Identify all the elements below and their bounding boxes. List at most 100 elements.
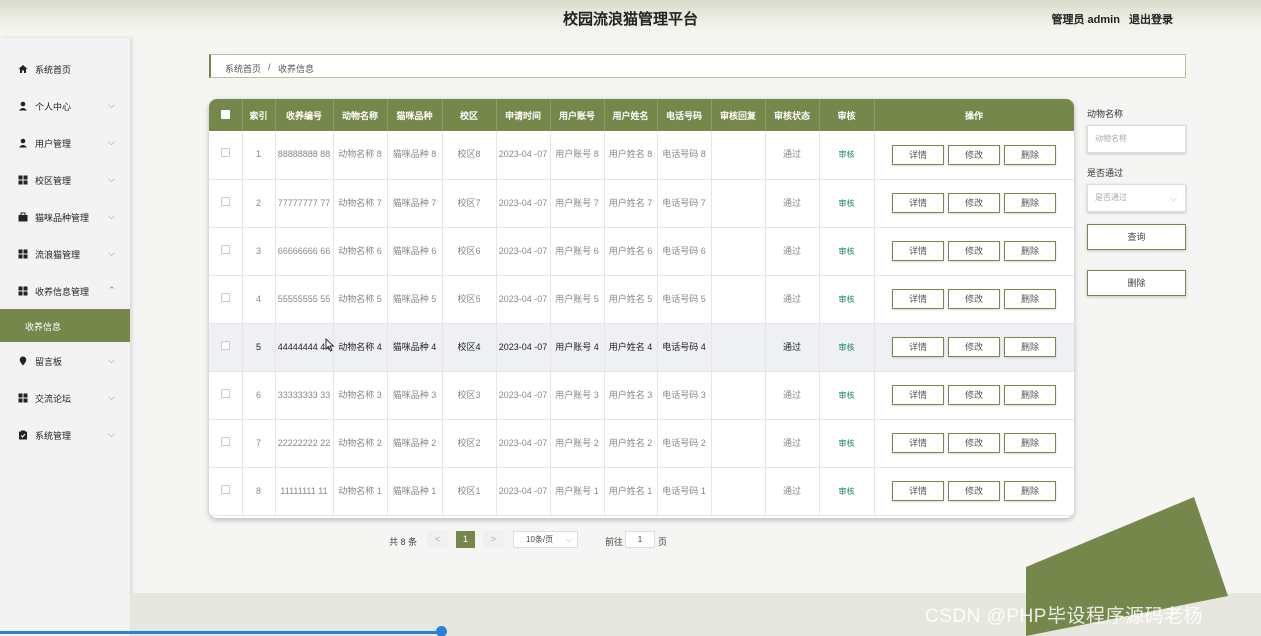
detail-button[interactable]: 详情 <box>892 193 944 213</box>
delete-button[interactable]: 删除 <box>1004 385 1056 405</box>
edit-button[interactable]: 修改 <box>948 385 1000 405</box>
pagination-prev-button[interactable]: < <box>427 531 448 548</box>
row-select-cell[interactable] <box>209 323 243 372</box>
delete-button[interactable]: 删除 <box>1004 193 1056 213</box>
table-row[interactable]: 1 88888888 88 动物名称 8 猫咪品种 8 校区8 2023-04 -07 用户… <box>209 131 1074 180</box>
edit-button[interactable]: 修改 <box>948 289 1000 309</box>
sidebar-item-campus[interactable]: 校区管理 ⌵ <box>0 165 130 195</box>
sidebar-item-users[interactable]: 用户管理 ⌵ <box>0 128 130 158</box>
row-checkbox[interactable] <box>220 340 230 350</box>
sidebar-item-home[interactable]: 系统首页 <box>0 54 130 84</box>
row-select-cell[interactable] <box>209 227 243 276</box>
audit-link[interactable]: 审核 <box>839 487 855 496</box>
table-row[interactable]: 4 55555555 55 动物名称 5 猫咪品种 5 校区5 2023-04 -07 用户… <box>209 275 1074 324</box>
audit-link[interactable]: 审核 <box>839 295 855 304</box>
table-cell-name: 用户姓名 3 <box>604 371 658 420</box>
page-size-select[interactable]: 10条/页 ⌵ <box>513 531 578 548</box>
row-select-cell[interactable] <box>209 275 243 324</box>
pagination-page-1[interactable]: 1 <box>456 531 475 548</box>
sidebar-item-label: 校区管理 <box>35 176 72 186</box>
table-row[interactable]: 6 33333333 33 动物名称 3 猫咪品种 3 校区3 2023-04 -07 用户… <box>209 371 1074 420</box>
row-checkbox[interactable] <box>220 484 230 494</box>
header-select-all[interactable] <box>209 99 243 131</box>
row-select-cell[interactable] <box>209 131 243 180</box>
table-cell-status: 通过 <box>765 323 820 372</box>
sidebar-item-label: 个人中心 <box>35 102 72 112</box>
delete-button[interactable]: 删除 <box>1004 144 1056 165</box>
edit-button[interactable]: 修改 <box>948 433 1000 453</box>
table-cell-status: 通过 <box>765 131 820 180</box>
batch-delete-button[interactable]: 删除 <box>1087 270 1186 296</box>
table-row[interactable]: 8 11111111 11 动物名称 1 猫咪品种 1 校区1 2023-04 -07 用户… <box>209 467 1074 516</box>
chevron-down-icon: ⌵ <box>108 429 115 439</box>
audit-link[interactable]: 审核 <box>839 199 855 208</box>
audit-link[interactable]: 审核 <box>839 247 855 256</box>
pagination-goto-label: 前往 <box>605 537 624 547</box>
sidebar-item-label: 收养信息管理 <box>35 287 90 297</box>
edit-button[interactable]: 修改 <box>948 241 1000 261</box>
select-all-checkbox[interactable] <box>220 109 230 119</box>
table-cell-campus: 校区8 <box>442 131 497 180</box>
audit-link[interactable]: 审核 <box>839 343 855 352</box>
sidebar-item-stray-cats[interactable]: 流浪猫管理 ⌵ <box>0 239 130 269</box>
pagination-goto-input[interactable]: 1 <box>625 531 655 548</box>
row-checkbox[interactable] <box>220 436 230 446</box>
row-checkbox[interactable] <box>220 148 230 158</box>
row-checkbox[interactable] <box>220 196 230 206</box>
animal-name-input[interactable]: 动物名称 <box>1087 125 1186 153</box>
detail-button[interactable]: 详情 <box>892 144 944 165</box>
audit-link[interactable]: 审核 <box>839 150 855 159</box>
table-row[interactable]: 3 66666666 66 动物名称 6 猫咪品种 6 校区6 2023-04 -07 用户… <box>209 227 1074 276</box>
progress-handle[interactable] <box>436 626 447 636</box>
row-select-cell[interactable] <box>209 179 243 228</box>
sidebar-item-label: 流浪猫管理 <box>35 250 81 260</box>
table-cell-audit: 审核 <box>819 227 875 276</box>
table-row[interactable]: 2 77777777 77 动物名称 7 猫咪品种 7 校区7 2023-04 -07 用户… <box>209 179 1074 228</box>
search-button[interactable]: 查询 <box>1087 224 1186 250</box>
row-checkbox[interactable] <box>220 244 230 254</box>
table-cell-phone: 电话号码 4 <box>657 323 712 372</box>
table-cell-phone: 电话号码 8 <box>657 131 712 180</box>
detail-button[interactable]: 详情 <box>892 337 944 357</box>
delete-button[interactable]: 删除 <box>1004 289 1056 309</box>
sidebar-subitem-adoption-info[interactable]: 收养信息 <box>0 309 130 342</box>
table-row[interactable]: 5 44444444 44 动物名称 4 猫咪品种 4 校区4 2023-04 -07 用户… <box>209 323 1074 372</box>
logout-link[interactable]: 退出登录 <box>1129 14 1173 26</box>
row-checkbox[interactable] <box>220 292 230 302</box>
detail-button[interactable]: 详情 <box>892 385 944 405</box>
table-body: 1 88888888 88 动物名称 8 猫咪品种 8 校区8 2023-04 -07 用户… <box>209 131 1074 516</box>
row-select-cell[interactable] <box>209 371 243 420</box>
edit-button[interactable]: 修改 <box>948 193 1000 213</box>
sidebar-item-forum[interactable]: 交流论坛 ⌵ <box>0 383 130 413</box>
detail-button[interactable]: 详情 <box>892 289 944 309</box>
audit-link[interactable]: 审核 <box>839 439 855 448</box>
sidebar-item-system[interactable]: 系统管理 ⌵ <box>0 420 130 450</box>
table-row[interactable]: 7 22222222 22 动物名称 2 猫咪品种 2 校区2 2023-04 -07 用户… <box>209 419 1074 468</box>
table-header-cell: 电话号码 <box>657 99 712 131</box>
delete-button[interactable]: 删除 <box>1004 433 1056 453</box>
row-checkbox[interactable] <box>220 388 230 398</box>
edit-button[interactable]: 修改 <box>948 481 1000 501</box>
delete-button[interactable]: 删除 <box>1004 337 1056 357</box>
table-header-cell: 猫咪品种 <box>387 99 443 131</box>
pass-status-select[interactable]: 是否通过 ⌵ <box>1087 184 1186 212</box>
detail-button[interactable]: 详情 <box>892 241 944 261</box>
detail-button[interactable]: 详情 <box>892 433 944 453</box>
edit-button[interactable]: 修改 <box>948 337 1000 357</box>
row-select-cell[interactable] <box>209 467 243 516</box>
sidebar-item-breeds[interactable]: 猫咪品种管理 ⌵ <box>0 202 130 232</box>
pagination-next-button[interactable]: > <box>483 531 504 548</box>
chevron-down-icon: ⌵ <box>108 137 115 147</box>
audit-link[interactable]: 审核 <box>839 391 855 400</box>
breadcrumb-home[interactable]: 系统首页 <box>225 62 261 75</box>
detail-button[interactable]: 详情 <box>892 481 944 501</box>
row-select-cell[interactable] <box>209 419 243 468</box>
sidebar: 系统首页 个人中心 ⌵ 用户管理 ⌵ 校区管理 ⌵ 猫咪品种管理 ⌵ 流浪猫管理… <box>0 38 130 636</box>
sidebar-item-adoption[interactable]: 收养信息管理 ⌃ <box>0 276 130 306</box>
sidebar-item-profile[interactable]: 个人中心 ⌵ <box>0 91 130 121</box>
sidebar-item-message-board[interactable]: 留言板 ⌵ <box>0 346 130 376</box>
delete-button[interactable]: 删除 <box>1004 241 1056 261</box>
edit-button[interactable]: 修改 <box>948 144 1000 165</box>
table-header-cell: 用户账号 <box>550 99 605 131</box>
table-header-cell: 申请时间 <box>496 99 551 131</box>
